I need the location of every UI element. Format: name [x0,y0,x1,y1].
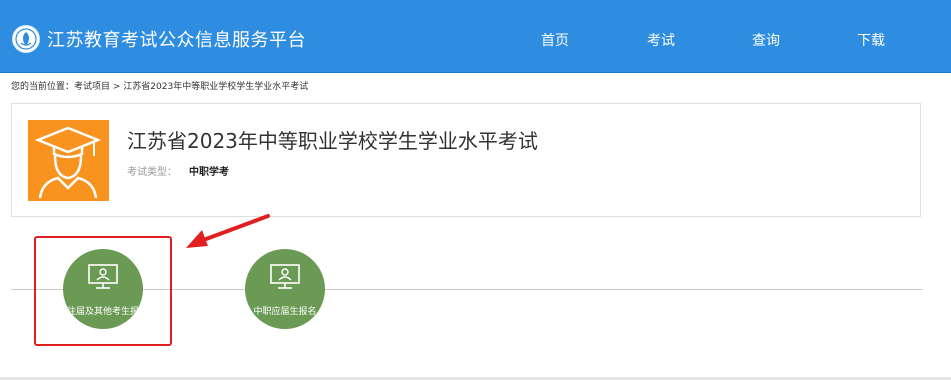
graduate-avatar-icon [28,120,109,201]
site-title[interactable]: 江苏教育考试公众信息服务平台 [47,26,306,52]
breadcrumb-prefix: 您的当前位置： [11,82,75,92]
monitor-user-icon [270,264,300,289]
exam-type-value: 中职学考 [189,167,229,178]
exam-info-card: 江苏省2023年中等职业学校学生学业水平考试 考试类型： 中职学考 [11,103,921,217]
nav-exam[interactable]: 考试 [647,30,675,50]
red-arrow-annotation-icon [186,214,270,248]
graduating-student-register-label: 中职应届生报名 [253,307,317,317]
exam-type-label: 考试类型： [127,167,177,178]
red-highlight-box [34,236,172,346]
nav-download[interactable]: 下载 [857,30,885,50]
breadcrumb-item-exam-projects[interactable]: 考试项目 [74,82,110,92]
exam-title: 江苏省2023年中等职业学校学生学业水平考试 [127,129,538,153]
breadcrumb-item-current: 江苏省2023年中等职业学校学生学业水平考试 [123,82,309,92]
top-navbar: 江苏教育考试公众信息服务平台 首页 考试 查询 下载 [0,0,951,73]
breadcrumb: 您的当前位置：考试项目 > 江苏省2023年中等职业学校学生学业水平考试 [11,79,308,92]
graduating-student-register-button[interactable]: 中职应届生报名 [245,249,325,329]
site-logo-icon [12,25,40,53]
nav-query[interactable]: 查询 [752,30,780,50]
nav-home[interactable]: 首页 [541,30,569,50]
breadcrumb-separator: > [110,82,124,92]
